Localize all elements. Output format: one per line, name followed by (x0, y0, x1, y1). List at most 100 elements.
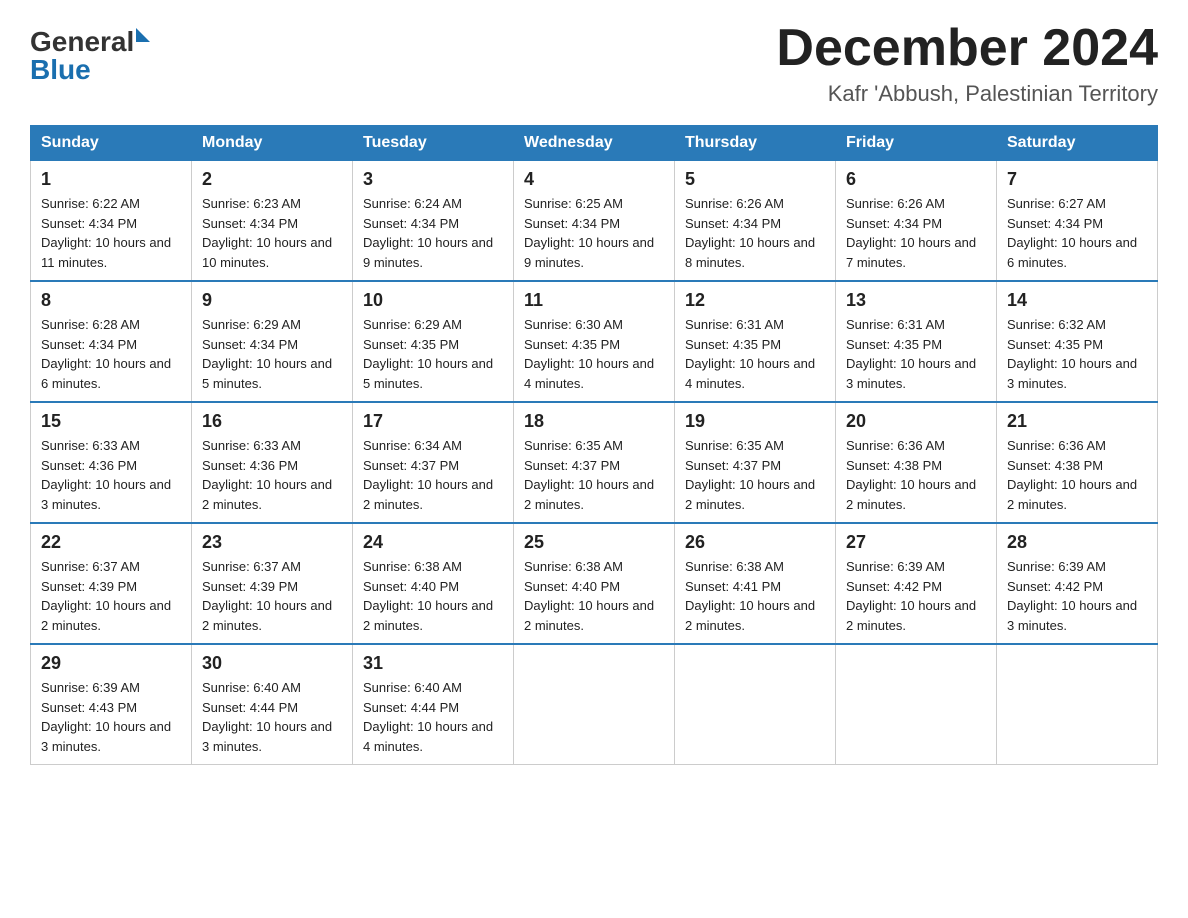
day-number: 1 (41, 169, 181, 190)
day-info: Sunrise: 6:39 AM Sunset: 4:43 PM Dayligh… (41, 678, 181, 756)
day-number: 19 (685, 411, 825, 432)
day-info: Sunrise: 6:38 AM Sunset: 4:40 PM Dayligh… (363, 557, 503, 635)
day-info: Sunrise: 6:33 AM Sunset: 4:36 PM Dayligh… (202, 436, 342, 514)
header-friday: Friday (836, 126, 997, 161)
day-number: 7 (1007, 169, 1147, 190)
day-info: Sunrise: 6:25 AM Sunset: 4:34 PM Dayligh… (524, 194, 664, 272)
calendar-day: 26 Sunrise: 6:38 AM Sunset: 4:41 PM Dayl… (675, 523, 836, 644)
header-monday: Monday (192, 126, 353, 161)
day-number: 31 (363, 653, 503, 674)
calendar-day: 10 Sunrise: 6:29 AM Sunset: 4:35 PM Dayl… (353, 281, 514, 402)
day-info: Sunrise: 6:40 AM Sunset: 4:44 PM Dayligh… (202, 678, 342, 756)
calendar-week-1: 1 Sunrise: 6:22 AM Sunset: 4:34 PM Dayli… (31, 161, 1158, 282)
calendar-week-5: 29 Sunrise: 6:39 AM Sunset: 4:43 PM Dayl… (31, 644, 1158, 765)
day-number: 25 (524, 532, 664, 553)
day-number: 12 (685, 290, 825, 311)
day-number: 16 (202, 411, 342, 432)
calendar-day: 1 Sunrise: 6:22 AM Sunset: 4:34 PM Dayli… (31, 161, 192, 282)
calendar-day: 22 Sunrise: 6:37 AM Sunset: 4:39 PM Dayl… (31, 523, 192, 644)
logo: General Blue (30, 28, 150, 84)
calendar-day: 9 Sunrise: 6:29 AM Sunset: 4:34 PM Dayli… (192, 281, 353, 402)
logo-general-text: General (30, 28, 134, 56)
logo-triangle-icon (136, 28, 150, 42)
title-area: December 2024 Kafr 'Abbush, Palestinian … (776, 20, 1158, 107)
header-wednesday: Wednesday (514, 126, 675, 161)
calendar-day (997, 644, 1158, 765)
calendar-day: 18 Sunrise: 6:35 AM Sunset: 4:37 PM Dayl… (514, 402, 675, 523)
location-title: Kafr 'Abbush, Palestinian Territory (776, 81, 1158, 107)
day-info: Sunrise: 6:26 AM Sunset: 4:34 PM Dayligh… (846, 194, 986, 272)
header-saturday: Saturday (997, 126, 1158, 161)
day-number: 4 (524, 169, 664, 190)
day-info: Sunrise: 6:28 AM Sunset: 4:34 PM Dayligh… (41, 315, 181, 393)
day-number: 22 (41, 532, 181, 553)
calendar-body: 1 Sunrise: 6:22 AM Sunset: 4:34 PM Dayli… (31, 161, 1158, 765)
calendar-day: 28 Sunrise: 6:39 AM Sunset: 4:42 PM Dayl… (997, 523, 1158, 644)
calendar-day: 21 Sunrise: 6:36 AM Sunset: 4:38 PM Dayl… (997, 402, 1158, 523)
calendar-day: 4 Sunrise: 6:25 AM Sunset: 4:34 PM Dayli… (514, 161, 675, 282)
calendar-day: 19 Sunrise: 6:35 AM Sunset: 4:37 PM Dayl… (675, 402, 836, 523)
calendar-day: 23 Sunrise: 6:37 AM Sunset: 4:39 PM Dayl… (192, 523, 353, 644)
day-info: Sunrise: 6:31 AM Sunset: 4:35 PM Dayligh… (846, 315, 986, 393)
calendar-day (675, 644, 836, 765)
day-number: 17 (363, 411, 503, 432)
header: General Blue December 2024 Kafr 'Abbush,… (30, 20, 1158, 107)
day-number: 14 (1007, 290, 1147, 311)
day-info: Sunrise: 6:22 AM Sunset: 4:34 PM Dayligh… (41, 194, 181, 272)
logo-blue-text: Blue (30, 56, 91, 84)
calendar-day: 6 Sunrise: 6:26 AM Sunset: 4:34 PM Dayli… (836, 161, 997, 282)
calendar-day: 5 Sunrise: 6:26 AM Sunset: 4:34 PM Dayli… (675, 161, 836, 282)
day-number: 30 (202, 653, 342, 674)
day-info: Sunrise: 6:32 AM Sunset: 4:35 PM Dayligh… (1007, 315, 1147, 393)
day-number: 21 (1007, 411, 1147, 432)
calendar-day: 15 Sunrise: 6:33 AM Sunset: 4:36 PM Dayl… (31, 402, 192, 523)
day-number: 26 (685, 532, 825, 553)
day-number: 6 (846, 169, 986, 190)
calendar-day: 30 Sunrise: 6:40 AM Sunset: 4:44 PM Dayl… (192, 644, 353, 765)
calendar-day: 2 Sunrise: 6:23 AM Sunset: 4:34 PM Dayli… (192, 161, 353, 282)
calendar-day: 17 Sunrise: 6:34 AM Sunset: 4:37 PM Dayl… (353, 402, 514, 523)
day-info: Sunrise: 6:36 AM Sunset: 4:38 PM Dayligh… (846, 436, 986, 514)
header-sunday: Sunday (31, 126, 192, 161)
calendar-day: 8 Sunrise: 6:28 AM Sunset: 4:34 PM Dayli… (31, 281, 192, 402)
calendar-day (514, 644, 675, 765)
calendar-day: 24 Sunrise: 6:38 AM Sunset: 4:40 PM Dayl… (353, 523, 514, 644)
day-info: Sunrise: 6:37 AM Sunset: 4:39 PM Dayligh… (41, 557, 181, 635)
calendar-day: 7 Sunrise: 6:27 AM Sunset: 4:34 PM Dayli… (997, 161, 1158, 282)
calendar-day: 3 Sunrise: 6:24 AM Sunset: 4:34 PM Dayli… (353, 161, 514, 282)
calendar-day: 13 Sunrise: 6:31 AM Sunset: 4:35 PM Dayl… (836, 281, 997, 402)
day-number: 29 (41, 653, 181, 674)
day-info: Sunrise: 6:34 AM Sunset: 4:37 PM Dayligh… (363, 436, 503, 514)
day-info: Sunrise: 6:31 AM Sunset: 4:35 PM Dayligh… (685, 315, 825, 393)
day-info: Sunrise: 6:30 AM Sunset: 4:35 PM Dayligh… (524, 315, 664, 393)
calendar-day: 29 Sunrise: 6:39 AM Sunset: 4:43 PM Dayl… (31, 644, 192, 765)
day-info: Sunrise: 6:39 AM Sunset: 4:42 PM Dayligh… (846, 557, 986, 635)
day-number: 2 (202, 169, 342, 190)
day-number: 23 (202, 532, 342, 553)
header-thursday: Thursday (675, 126, 836, 161)
day-info: Sunrise: 6:29 AM Sunset: 4:35 PM Dayligh… (363, 315, 503, 393)
day-number: 24 (363, 532, 503, 553)
calendar-week-4: 22 Sunrise: 6:37 AM Sunset: 4:39 PM Dayl… (31, 523, 1158, 644)
day-info: Sunrise: 6:38 AM Sunset: 4:41 PM Dayligh… (685, 557, 825, 635)
calendar-day (836, 644, 997, 765)
calendar-day: 27 Sunrise: 6:39 AM Sunset: 4:42 PM Dayl… (836, 523, 997, 644)
day-info: Sunrise: 6:33 AM Sunset: 4:36 PM Dayligh… (41, 436, 181, 514)
day-info: Sunrise: 6:38 AM Sunset: 4:40 PM Dayligh… (524, 557, 664, 635)
day-info: Sunrise: 6:36 AM Sunset: 4:38 PM Dayligh… (1007, 436, 1147, 514)
day-info: Sunrise: 6:26 AM Sunset: 4:34 PM Dayligh… (685, 194, 825, 272)
day-info: Sunrise: 6:37 AM Sunset: 4:39 PM Dayligh… (202, 557, 342, 635)
day-info: Sunrise: 6:40 AM Sunset: 4:44 PM Dayligh… (363, 678, 503, 756)
calendar-day: 11 Sunrise: 6:30 AM Sunset: 4:35 PM Dayl… (514, 281, 675, 402)
day-number: 15 (41, 411, 181, 432)
day-info: Sunrise: 6:39 AM Sunset: 4:42 PM Dayligh… (1007, 557, 1147, 635)
calendar-table: SundayMondayTuesdayWednesdayThursdayFrid… (30, 125, 1158, 765)
day-number: 18 (524, 411, 664, 432)
calendar-day: 25 Sunrise: 6:38 AM Sunset: 4:40 PM Dayl… (514, 523, 675, 644)
calendar-day: 12 Sunrise: 6:31 AM Sunset: 4:35 PM Dayl… (675, 281, 836, 402)
day-info: Sunrise: 6:23 AM Sunset: 4:34 PM Dayligh… (202, 194, 342, 272)
day-number: 3 (363, 169, 503, 190)
header-tuesday: Tuesday (353, 126, 514, 161)
day-number: 27 (846, 532, 986, 553)
calendar-day: 20 Sunrise: 6:36 AM Sunset: 4:38 PM Dayl… (836, 402, 997, 523)
